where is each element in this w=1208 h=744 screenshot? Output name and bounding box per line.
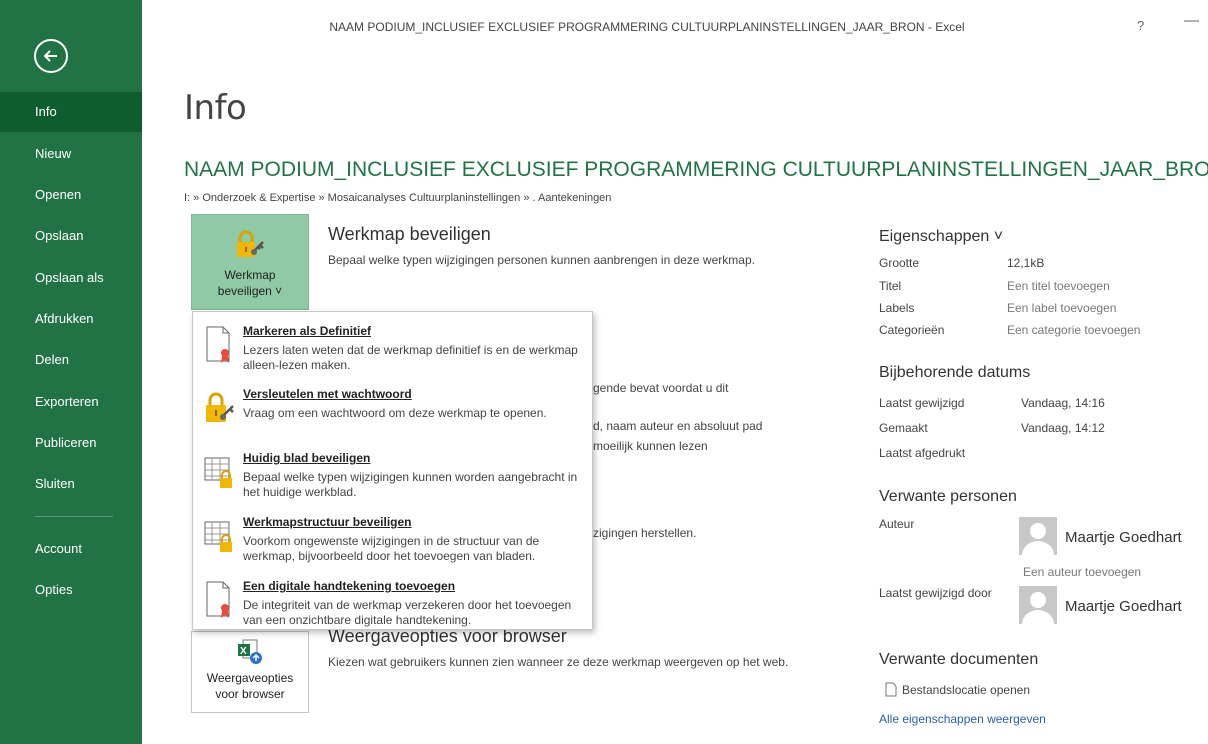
menu-item-encrypt-password[interactable]: Versleutelen met wachtwoord Vraag om een…: [193, 380, 592, 444]
property-label: Categorieën: [879, 323, 945, 337]
modified-by-label: Laatst gewijzigd door: [879, 586, 992, 600]
date-label: Gemaakt: [879, 421, 928, 435]
versions-desc-fragment: zigingen herstellen.: [593, 526, 697, 540]
nav-item-save[interactable]: Opslaan: [0, 216, 142, 256]
browser-section-desc: Kiezen wat gebruikers kunnen zien wannee…: [328, 655, 789, 669]
title-bar: NAAM PODIUM_INCLUSIEF EXCLUSIEF PROGRAMM…: [142, 0, 1208, 56]
nav-item-publish[interactable]: Publiceren: [0, 423, 142, 463]
show-all-properties-link[interactable]: Alle eigenschappen weergeven: [879, 712, 1046, 726]
related-documents-header: Verwante documenten: [879, 651, 1039, 668]
property-value-labels[interactable]: Een label toevoegen: [1007, 301, 1116, 315]
property-value-title[interactable]: Een titel toevoegen: [1007, 279, 1110, 293]
mark-final-icon: [206, 326, 230, 363]
date-value-modified: Vandaag, 14:16: [1021, 396, 1105, 410]
add-author-link[interactable]: Een auteur toevoegen: [1023, 565, 1141, 579]
nav-item-info[interactable]: Info: [0, 92, 142, 132]
excel-web-icon: X: [238, 639, 262, 664]
nav-item-options[interactable]: Opties: [0, 570, 142, 610]
inspect-desc-fragment-1: gende bevat voordat u dit: [593, 381, 729, 395]
date-value-created: Vandaag, 14:12: [1021, 421, 1105, 435]
nav-item-open[interactable]: Openen: [0, 175, 142, 215]
document-icon: [885, 682, 897, 697]
workbook-lock-icon: [204, 521, 232, 552]
protect-button-label-1: Werkmap: [224, 268, 276, 282]
inspect-desc-fragment-3: moeilijk kunnen lezen: [593, 439, 708, 453]
document-path: I: » Onderzoek & Expertise » Mosaicanaly…: [184, 192, 612, 204]
properties-header[interactable]: Eigenschappen ˅: [879, 228, 1003, 246]
dates-header: Bijbehorende datums: [879, 364, 1031, 381]
nav-item-new[interactable]: Nieuw: [0, 134, 142, 174]
property-label: Grootte: [879, 256, 920, 270]
nav-item-share[interactable]: Delen: [0, 340, 142, 380]
document-title: NAAM PODIUM_INCLUSIEF EXCLUSIEF PROGRAMM…: [184, 158, 1208, 181]
date-label: Laatst afgedrukt: [879, 446, 966, 460]
menu-item-title: Versleutelen met wachtwoord: [243, 387, 412, 401]
nav-item-print[interactable]: Afdrukken: [0, 299, 142, 339]
author-name[interactable]: Maartje Goedhart: [1065, 529, 1182, 546]
sidebar-divider: [35, 516, 113, 517]
signature-ribbon-icon: [206, 581, 230, 618]
menu-item-desc: Vraag om een wachtwoord om deze werkmap …: [243, 406, 547, 420]
protect-button-label-2: beveiligen ˅: [217, 284, 283, 298]
menu-item-title: Een digitale handtekening toevoegen: [243, 579, 456, 593]
back-button[interactable]: [34, 39, 68, 73]
protect-section-title: Werkmap beveiligen: [328, 224, 491, 244]
lock-key-icon: [206, 392, 234, 422]
back-arrow-icon: [43, 50, 57, 62]
inspect-desc-fragment-2: d, naam auteur en absoluut pad: [593, 419, 763, 433]
help-button[interactable]: ?: [1137, 18, 1144, 33]
menu-item-title: Markeren als Definitief: [243, 324, 372, 338]
menu-item-title: Huidig blad beveiligen: [243, 451, 371, 465]
avatar: [1019, 586, 1057, 624]
nav-item-close[interactable]: Sluiten: [0, 464, 142, 504]
property-label: Labels: [879, 301, 915, 315]
avatar: [1019, 517, 1057, 555]
nav-item-export[interactable]: Exporteren: [0, 382, 142, 422]
menu-item-title: Werkmapstructuur beveiligen: [243, 515, 412, 529]
menu-item-mark-final[interactable]: Markeren als Definitief Lezers laten wet…: [193, 317, 592, 381]
menu-item-desc: Bepaal welke typen wijzigingen kunnen wo…: [243, 470, 578, 499]
lock-key-icon: [237, 230, 264, 257]
sheet-lock-icon: [204, 457, 232, 488]
menu-item-digital-signature[interactable]: Een digitale handtekening toevoegen De i…: [193, 572, 592, 636]
person-silhouette-icon: [1022, 523, 1054, 555]
date-label: Laatst gewijzigd: [879, 396, 965, 410]
backstage-sidebar: Info Nieuw Openen Opslaan Opslaan als Af…: [0, 0, 142, 744]
window-title: NAAM PODIUM_INCLUSIEF EXCLUSIEF PROGRAMM…: [329, 20, 965, 34]
browser-button-label-1: Weergaveopties: [206, 671, 294, 685]
page-title: Info: [184, 88, 247, 128]
menu-item-protect-sheet[interactable]: Huidig blad beveiligen Bepaal welke type…: [193, 444, 592, 508]
protect-section-desc: Bepaal welke typen wijzigingen personen …: [328, 253, 755, 267]
nav-item-save-as[interactable]: Opslaan als: [0, 258, 142, 298]
protect-workbook-menu: Markeren als Definitief Lezers laten wet…: [192, 311, 593, 630]
nav-item-account[interactable]: Account: [0, 529, 142, 569]
people-header: Verwante personen: [879, 488, 1017, 505]
person-silhouette-icon: [1022, 592, 1054, 624]
author-label: Auteur: [879, 517, 915, 531]
property-value-size: 12,1kB: [1007, 256, 1045, 270]
minimize-button[interactable]: —: [1184, 12, 1199, 29]
menu-item-desc: Voorkom ongewenste wijzigingen in de str…: [243, 534, 540, 563]
menu-item-desc: De integriteit van de werkmap verzekeren…: [243, 598, 572, 627]
open-file-location-link[interactable]: Bestandslocatie openen: [902, 683, 1030, 697]
protect-workbook-button[interactable]: Werkmap beveiligen ˅: [191, 214, 309, 310]
browser-view-options-button[interactable]: X Weergaveopties voor browser: [191, 631, 309, 713]
browser-button-label-2: voor browser: [215, 687, 285, 701]
svg-text:X: X: [240, 646, 247, 657]
menu-item-desc: Lezers laten weten dat de werkmap defini…: [243, 343, 578, 372]
menu-item-protect-structure[interactable]: Werkmapstructuur beveiligen Voorkom onge…: [193, 508, 592, 572]
property-value-categories[interactable]: Een categorie toevoegen: [1007, 323, 1140, 337]
property-label: Titel: [879, 279, 902, 293]
modified-by-name[interactable]: Maartje Goedhart: [1065, 598, 1182, 615]
